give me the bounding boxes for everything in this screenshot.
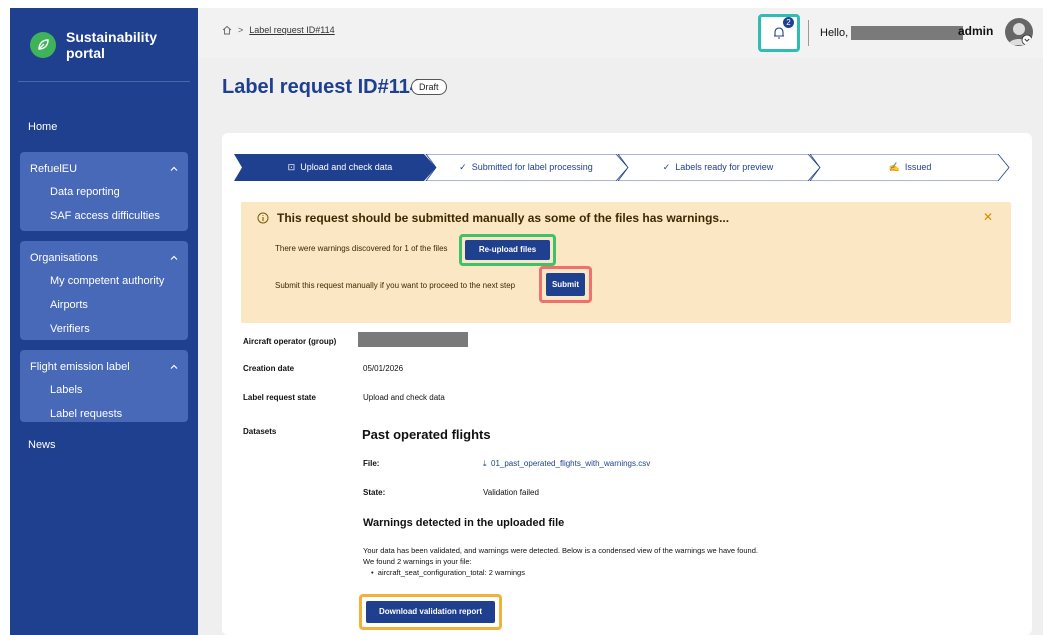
nav-group-organisations: Organisations My competent authority Air… xyxy=(20,241,188,340)
breadcrumb-separator: > xyxy=(238,25,244,35)
warning-list-text: aircraft_seat_configuration_total: 2 war… xyxy=(377,568,525,577)
nav-group-title: Organisations xyxy=(30,252,98,264)
warnings-summary: Your data has been validated, and warnin… xyxy=(363,545,758,578)
redacted-username xyxy=(851,26,964,40)
sidebar-item-competent-authority[interactable]: My competent authority xyxy=(20,269,188,293)
nav-group-flight-emission-label: Flight emission label Labels Label reque… xyxy=(20,350,188,422)
check-icon: ✓ xyxy=(459,162,467,172)
sidebar-item-verifiers[interactable]: Verifiers xyxy=(20,317,188,341)
nav-group-title: Flight emission label xyxy=(30,361,130,373)
step-labels-ready[interactable]: ✓ Labels ready for preview xyxy=(630,154,806,181)
file-label: File: xyxy=(363,459,380,468)
status-badge: Draft xyxy=(411,79,447,95)
warnings-title: Warnings detected in the uploaded file xyxy=(363,517,565,529)
redacted-operator xyxy=(358,332,468,347)
sidebar-item-label-requests[interactable]: Label requests xyxy=(20,402,188,426)
sidebar-item-data-reporting[interactable]: Data reporting xyxy=(20,180,188,204)
notification-badge: 2 xyxy=(783,17,794,28)
user-avatar-icon xyxy=(1008,23,1033,46)
sidebar: Sustainability portal Home RefuelEU Data… xyxy=(10,8,198,635)
nav-group-header-organisations[interactable]: Organisations xyxy=(20,247,188,269)
step-label: Submitted for label processing xyxy=(471,162,593,172)
download-validation-report-button[interactable]: Download validation report xyxy=(366,601,495,623)
top-bar: > Label request ID#114 2 Hello, admin xyxy=(198,8,1043,58)
breadcrumb: > Label request ID#114 xyxy=(222,25,335,35)
dataset-title: Past operated flights xyxy=(362,427,491,442)
close-icon[interactable]: ✕ xyxy=(983,210,993,224)
step-upload[interactable]: ⊡ Upload and check data xyxy=(254,154,426,181)
download-icon: ⤓ xyxy=(483,459,487,468)
step-label: Labels ready for preview xyxy=(675,162,774,172)
nav-group-header-flight-emission-label[interactable]: Flight emission label xyxy=(20,356,188,378)
warnings-paragraph: Your data has been validated, and warnin… xyxy=(363,546,758,555)
dataset-state-label: State: xyxy=(363,488,386,497)
nav-group-title: RefuelEU xyxy=(30,163,78,175)
submit-highlight: Submit xyxy=(539,266,592,303)
reupload-highlight: Re-upload files xyxy=(459,234,556,266)
warning-message-2: Submit this request manually if you want… xyxy=(275,281,516,290)
file-download-link[interactable]: ⤓ 01_past_operated_flights_with_warnings… xyxy=(483,459,650,469)
chevron-up-icon xyxy=(170,255,178,260)
operator-label: Aircraft operator (group) xyxy=(243,337,337,346)
step-submitted[interactable]: ✓ Submitted for label processing xyxy=(438,154,614,181)
submit-button[interactable]: Submit xyxy=(546,273,585,296)
bell-icon xyxy=(774,27,784,39)
sidebar-item-labels[interactable]: Labels xyxy=(20,378,188,402)
request-state-label: Label request state xyxy=(243,393,316,402)
download-report-highlight: Download validation report xyxy=(359,594,502,630)
step-label: Issued xyxy=(904,162,932,172)
brand-name: Sustainability portal xyxy=(66,28,158,61)
page-title: Label request ID#114 xyxy=(222,76,421,98)
notifications-button[interactable]: 2 xyxy=(758,14,800,52)
signature-icon: ✍ xyxy=(888,162,900,172)
nav-group-refueleu: RefuelEU Data reporting SAF access diffi… xyxy=(20,152,188,231)
brand[interactable]: Sustainability portal xyxy=(18,8,190,82)
warning-alert: This request should be submitted manuall… xyxy=(241,202,1011,323)
upload-icon: ⊡ xyxy=(287,162,296,172)
leaf-logo-icon xyxy=(30,31,56,58)
chevron-up-icon xyxy=(170,166,178,171)
home-icon[interactable] xyxy=(222,25,232,35)
user-role: admin xyxy=(958,24,994,38)
step-label: Upload and check data xyxy=(300,162,393,172)
sidebar-item-saf-access[interactable]: SAF access difficulties xyxy=(20,204,188,228)
breadcrumb-link[interactable]: Label request ID#114 xyxy=(249,25,334,35)
nav-group-header-refueleu[interactable]: RefuelEU xyxy=(20,158,188,180)
chevron-up-icon xyxy=(170,364,178,369)
warning-title: This request should be submitted manuall… xyxy=(257,211,729,225)
avatar[interactable] xyxy=(1005,18,1033,46)
request-state-value: Upload and check data xyxy=(363,393,445,402)
warning-message-1: There were warnings discovered for 1 of … xyxy=(275,244,448,253)
reupload-files-button[interactable]: Re-upload files xyxy=(465,240,550,260)
sidebar-item-home[interactable]: Home xyxy=(10,116,198,138)
datasets-label: Datasets xyxy=(243,427,277,436)
check-icon: ✓ xyxy=(662,162,671,172)
sidebar-item-news[interactable]: News xyxy=(10,434,198,456)
warning-title-text: This request should be submitted manuall… xyxy=(277,211,730,225)
creation-date-value: 05/01/2026 xyxy=(363,364,404,373)
file-name: 01_past_operated_flights_with_warnings.c… xyxy=(491,459,651,468)
divider xyxy=(808,20,809,46)
info-icon xyxy=(257,212,269,224)
dataset-state-value: Validation failed xyxy=(483,488,539,497)
creation-date-label: Creation date xyxy=(243,364,295,373)
progress-stepper: ⊡ Upload and check data ✓ Submitted for … xyxy=(234,154,1010,181)
warning-list-item: • aircraft_seat_configuration_total: 2 w… xyxy=(371,568,525,577)
greeting-text: Hello, xyxy=(820,26,849,39)
greeting: Hello, xyxy=(820,26,964,40)
warnings-count: We found 2 warnings in your file: xyxy=(363,557,472,566)
step-issued[interactable]: ✍ Issued xyxy=(822,154,998,181)
sidebar-item-airports[interactable]: Airports xyxy=(20,293,188,317)
